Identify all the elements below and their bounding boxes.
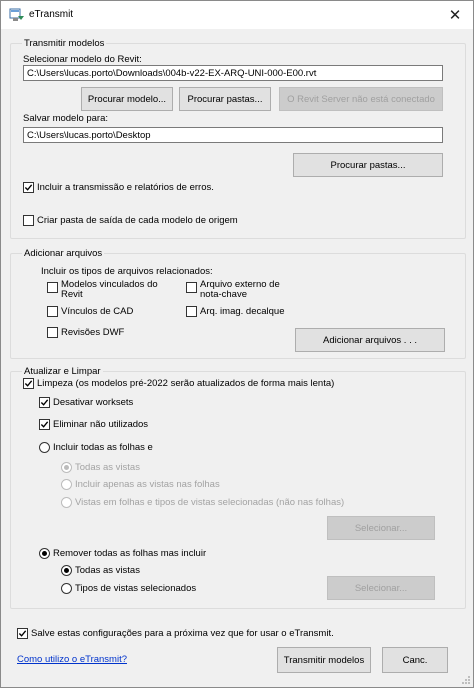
remove-all-sheets-radio[interactable] bbox=[39, 548, 50, 559]
save-settings-label: Salve estas configurações para a próxima… bbox=[31, 628, 334, 639]
selected-views-label: Vistas em folhas e tipos de vistas selec… bbox=[75, 497, 345, 508]
disable-worksets-checkbox[interactable] bbox=[39, 397, 50, 408]
window-title: eTransmit bbox=[29, 9, 74, 20]
title-bar[interactable]: eTransmit ✕ bbox=[1, 1, 473, 29]
select-model-label: Selecionar modelo do Revit: bbox=[23, 54, 142, 65]
dwf-markups-label: Revisões DWF bbox=[61, 327, 125, 338]
external-keynote-label: Arquivo externo de nota-chave bbox=[200, 279, 280, 300]
decal-images-checkbox[interactable] bbox=[186, 306, 197, 317]
remove-all-views-radio[interactable] bbox=[61, 565, 72, 576]
add-files-group-title: Adicionar arquivos bbox=[22, 248, 105, 259]
browse-model-button[interactable]: Procurar modelo... bbox=[81, 87, 173, 111]
cleanup-checkbox[interactable] bbox=[23, 378, 34, 389]
dwf-markups-checkbox[interactable] bbox=[47, 327, 58, 338]
cancel-button[interactable]: Canc. bbox=[382, 647, 448, 673]
browse-save-folders-button[interactable]: Procurar pastas... bbox=[293, 153, 443, 177]
external-keynote-checkbox[interactable] bbox=[186, 282, 197, 293]
decal-images-label: Arq. imag. decalque bbox=[200, 306, 285, 317]
close-button[interactable]: ✕ bbox=[437, 1, 473, 29]
etransmit-app-icon bbox=[9, 8, 24, 21]
resize-grip-icon[interactable] bbox=[461, 675, 471, 685]
cleanup-group-title: Atualizar e Limpar bbox=[22, 366, 103, 377]
all-views-label: Todas as vistas bbox=[75, 462, 140, 473]
views-on-sheets-label: Incluir apenas as vistas nas folhas bbox=[75, 479, 220, 490]
check-mark-icon bbox=[18, 630, 27, 637]
model-path-field[interactable]: C:\Users\lucas.porto\Downloads\004b-v22-… bbox=[23, 65, 443, 81]
linked-models-label: Modelos vinculados do Revit bbox=[61, 279, 158, 300]
transmit-models-button[interactable]: Transmitir modelos bbox=[277, 647, 371, 673]
cad-links-label: Vínculos de CAD bbox=[61, 306, 134, 317]
add-files-button[interactable]: Adicionar arquivos . . . bbox=[295, 328, 445, 352]
purge-unused-label: Eliminar não utilizados bbox=[53, 419, 149, 430]
save-path-field[interactable]: C:\Users\lucas.porto\Desktop bbox=[23, 127, 443, 143]
check-mark-icon bbox=[24, 184, 33, 191]
include-types-label: Incluir os tipos de arquivos relacionado… bbox=[41, 266, 213, 277]
include-all-sheets-label: Incluir todas as folhas e bbox=[53, 442, 153, 453]
select-views-button-2[interactable]: Selecionar... bbox=[327, 576, 435, 600]
check-mark-icon bbox=[40, 399, 49, 406]
create-folder-checkbox[interactable] bbox=[23, 215, 34, 226]
selected-view-types-label: Tipos de vistas selecionados bbox=[75, 583, 197, 594]
check-mark-icon bbox=[24, 380, 33, 387]
help-link[interactable]: Como utilizo o eTransmit? bbox=[17, 654, 127, 665]
save-model-label: Salvar modelo para: bbox=[23, 113, 109, 124]
check-mark-icon bbox=[40, 421, 49, 428]
views-on-sheets-radio[interactable] bbox=[61, 479, 72, 490]
include-reports-label: Incluir a transmissão e relatórios de er… bbox=[37, 182, 214, 193]
disable-worksets-label: Desativar worksets bbox=[53, 397, 134, 408]
create-folder-label: Criar pasta de saída de cada modelo de o… bbox=[37, 215, 238, 226]
cad-links-checkbox[interactable] bbox=[47, 306, 58, 317]
remove-all-sheets-label: Remover todas as folhas mas incluir bbox=[53, 548, 207, 559]
etransmit-dialog: eTransmit ✕ Transmitir modelos Seleciona… bbox=[0, 0, 474, 688]
purge-unused-checkbox[interactable] bbox=[39, 419, 50, 430]
cleanup-label: Limpeza (os modelos pré-2022 serão atual… bbox=[37, 378, 335, 389]
revit-server-button[interactable]: O Revit Server não está conectado bbox=[279, 87, 443, 111]
transmit-models-group-title: Transmitir modelos bbox=[22, 38, 107, 49]
select-views-button-1[interactable]: Selecionar... bbox=[327, 516, 435, 540]
selected-view-types-radio[interactable] bbox=[61, 583, 72, 594]
save-settings-checkbox[interactable] bbox=[17, 628, 28, 639]
close-icon: ✕ bbox=[448, 7, 462, 24]
selected-views-radio[interactable] bbox=[61, 497, 72, 508]
browse-folders-button[interactable]: Procurar pastas... bbox=[179, 87, 271, 111]
linked-models-checkbox[interactable] bbox=[47, 282, 58, 293]
all-views-radio[interactable] bbox=[61, 462, 72, 473]
include-reports-checkbox[interactable] bbox=[23, 182, 34, 193]
include-all-sheets-radio[interactable] bbox=[39, 442, 50, 453]
remove-all-views-label: Todas as vistas bbox=[75, 565, 140, 576]
